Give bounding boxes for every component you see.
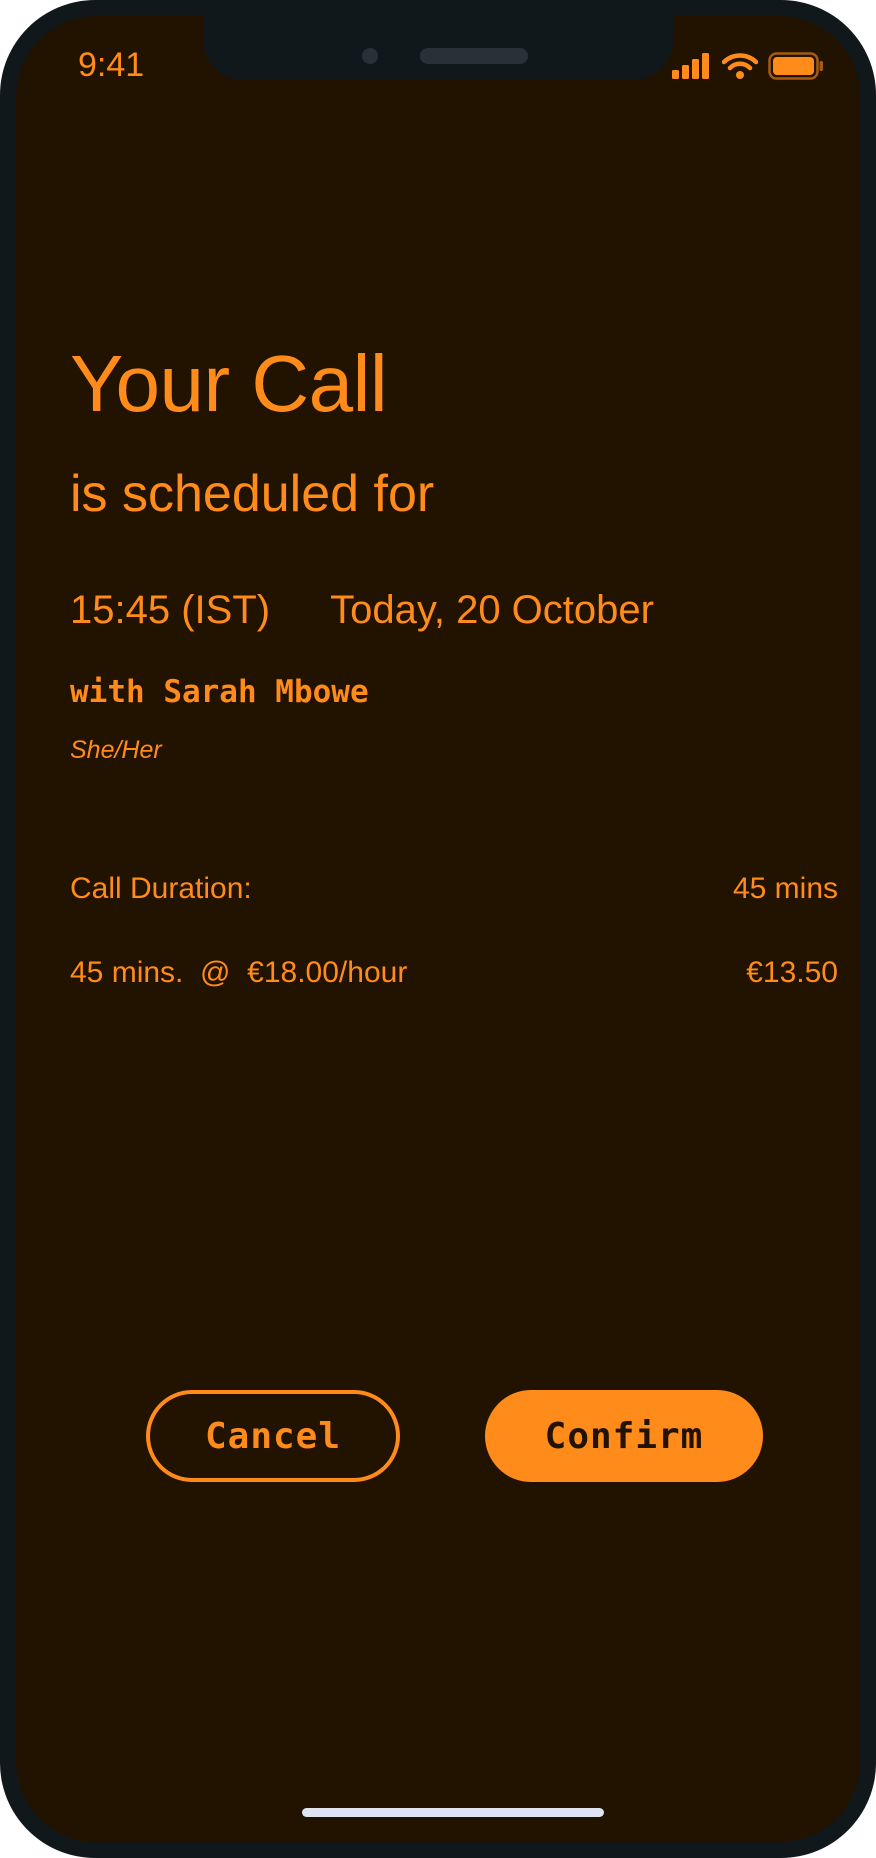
participant-pronouns: She/Her — [70, 736, 162, 764]
duration-label: Call Duration: — [70, 872, 252, 905]
wifi-icon — [722, 53, 758, 79]
rate-label: 45 mins. @ €18.00/hour — [70, 956, 408, 989]
call-time: 15:45 (IST) — [70, 588, 271, 632]
battery-icon — [768, 52, 823, 80]
schedule-row: 15:45 (IST) Today, 20 October — [70, 588, 654, 633]
duration-row: Call Duration: 45 mins — [70, 872, 838, 906]
call-participant: with Sarah Mbowe — [70, 674, 369, 710]
screen: 9:41 Your Call is scheduled for 15:45 (I… — [16, 16, 860, 1842]
home-indicator[interactable] — [302, 1808, 604, 1817]
page-title: Your Call — [70, 339, 388, 428]
status-bar-icons — [672, 46, 824, 86]
price-row: 45 mins. @ €18.00/hour €13.50 — [70, 956, 838, 990]
cancel-button[interactable]: Cancel — [146, 1390, 400, 1482]
earpiece-speaker — [420, 48, 528, 64]
call-date: Today, 20 October — [330, 588, 654, 632]
cellular-signal-icon — [672, 53, 709, 79]
price-value: €13.50 — [746, 956, 838, 989]
duration-value: 45 mins — [732, 872, 838, 905]
page-subtitle: is scheduled for — [70, 465, 435, 523]
front-camera — [362, 48, 378, 64]
status-bar-time: 9:41 — [78, 46, 145, 84]
phone-frame: 9:41 Your Call is scheduled for 15:45 (I… — [0, 0, 876, 1858]
confirm-button[interactable]: Confirm — [485, 1390, 763, 1482]
